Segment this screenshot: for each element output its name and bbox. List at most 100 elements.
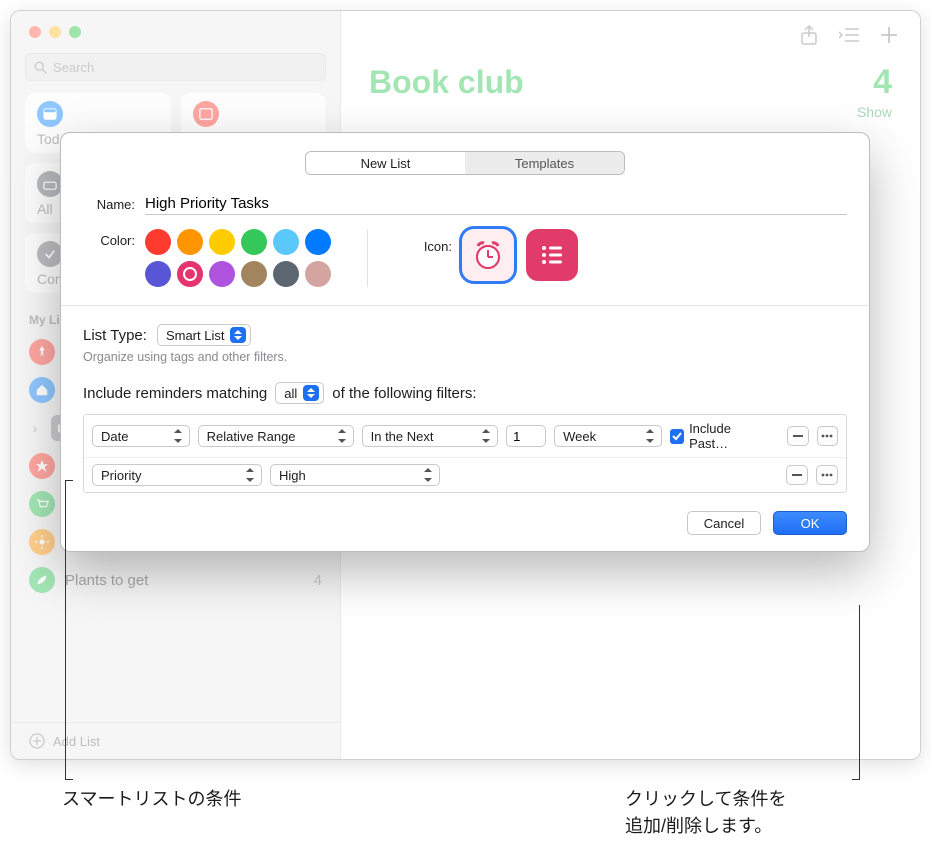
separator: [61, 305, 869, 306]
tab-templates[interactable]: Templates: [465, 152, 624, 174]
chevron-right-icon[interactable]: ›: [29, 421, 41, 436]
tray-icon: [43, 177, 57, 191]
indent-icon: [839, 27, 859, 43]
dialog-tabs: New List Templates: [305, 151, 625, 175]
filter-unit-select[interactable]: Week: [554, 425, 661, 447]
list-type-label: List Type:: [83, 327, 147, 344]
separator: [367, 229, 368, 287]
sun-icon: [35, 535, 49, 549]
name-input[interactable]: [145, 193, 847, 215]
list-count: 4: [314, 572, 322, 589]
color-swatch[interactable]: [209, 229, 235, 255]
chevron-updown-icon: [230, 327, 246, 343]
filter-rel-select[interactable]: In the Next: [362, 425, 499, 447]
color-swatch[interactable]: [273, 261, 299, 287]
annotation-left: スマートリストの条件: [62, 786, 241, 813]
color-swatch[interactable]: [209, 261, 235, 287]
chevron-updown-icon: [173, 429, 183, 443]
pin-icon: [35, 345, 49, 359]
remove-filter-button[interactable]: [786, 465, 808, 485]
indent-button[interactable]: [838, 24, 860, 46]
filter-mode-select[interactable]: Relative Range: [198, 425, 354, 447]
icon-choice-alarm[interactable]: [462, 229, 514, 281]
chevron-updown-icon: [245, 468, 255, 482]
toolbar: [341, 11, 920, 59]
cancel-button[interactable]: Cancel: [687, 511, 761, 535]
color-swatch[interactable]: [177, 229, 203, 255]
ok-button[interactable]: OK: [773, 511, 847, 535]
add-list-button[interactable]: Add List: [11, 722, 340, 759]
close-dot-icon[interactable]: [29, 26, 41, 38]
filter-rules: Date Relative Range In the Next Week Inc…: [83, 414, 847, 493]
color-swatch[interactable]: [305, 261, 331, 287]
color-swatch[interactable]: [177, 261, 203, 287]
show-completed-link[interactable]: Show: [341, 102, 920, 120]
zoom-dot-icon[interactable]: [69, 26, 81, 38]
filter-more-button[interactable]: [816, 465, 838, 485]
filter-more-button[interactable]: [817, 426, 838, 446]
color-swatch[interactable]: [241, 261, 267, 287]
chevron-updown-icon: [337, 429, 347, 443]
remove-filter-button[interactable]: [787, 426, 808, 446]
page-title: Book club: [369, 64, 524, 101]
color-label: Color:: [83, 229, 135, 248]
color-swatch[interactable]: [145, 261, 171, 287]
add-reminder-button[interactable]: [878, 24, 900, 46]
cart-icon: [35, 497, 49, 511]
color-swatch[interactable]: [273, 229, 299, 255]
list-type-hint: Organize using tags and other filters.: [83, 350, 847, 364]
search-icon: [34, 61, 47, 74]
plus-circle-icon: [29, 733, 45, 749]
calendar-icon: [199, 107, 213, 121]
share-button[interactable]: [798, 24, 820, 46]
title-row: Book club 4: [341, 59, 920, 102]
star-icon: [35, 459, 49, 473]
filter-row: Priority High: [84, 457, 846, 492]
chevron-updown-icon: [481, 429, 491, 443]
minimize-dot-icon[interactable]: [49, 26, 61, 38]
checkbox-icon: [670, 429, 685, 444]
leaf-icon: [35, 573, 49, 587]
check-icon: [43, 247, 57, 261]
list-item[interactable]: Plants to get 4: [11, 561, 340, 599]
filter-field-select[interactable]: Priority: [92, 464, 262, 486]
filter-number-input[interactable]: [506, 425, 546, 447]
share-icon: [800, 25, 818, 45]
annotation-right: クリックして条件を 追加/削除します。: [625, 786, 786, 840]
tab-new-list[interactable]: New List: [306, 152, 465, 174]
color-swatch[interactable]: [145, 229, 171, 255]
window-controls: [11, 11, 340, 53]
icon-choice-list[interactable]: [526, 229, 578, 281]
match-mode-value: all: [284, 386, 297, 401]
search-placeholder: Search: [53, 60, 94, 75]
include-past-label: Include Past…: [689, 421, 771, 451]
include-past-checkbox[interactable]: Include Past…: [670, 421, 772, 451]
search-input[interactable]: Search: [25, 53, 326, 81]
icon-label: Icon:: [404, 229, 452, 254]
color-swatches: [145, 229, 331, 287]
minus-icon: [793, 435, 803, 437]
chevron-updown-icon: [303, 385, 319, 401]
add-list-label: Add List: [53, 734, 100, 749]
match-mode-select[interactable]: all: [275, 382, 324, 404]
filter-value-select[interactable]: High: [270, 464, 440, 486]
match-text-post: of the following filters:: [332, 385, 476, 402]
color-swatch[interactable]: [305, 229, 331, 255]
color-swatch[interactable]: [241, 229, 267, 255]
name-label: Name:: [83, 197, 135, 212]
ellipsis-icon: [821, 473, 833, 477]
match-text-pre: Include reminders matching: [83, 385, 267, 402]
list-type-value: Smart List: [166, 328, 225, 343]
list-icon: [539, 242, 565, 268]
new-list-dialog: New List Templates Name: Color:: [60, 132, 870, 552]
alarm-icon: [471, 238, 505, 272]
chevron-updown-icon: [645, 429, 655, 443]
chevron-updown-icon: [423, 468, 433, 482]
home-icon: [35, 383, 49, 397]
list-name: Plants to get: [65, 572, 304, 589]
plus-icon: [880, 26, 898, 44]
ellipsis-icon: [821, 434, 833, 438]
filter-field-select[interactable]: Date: [92, 425, 190, 447]
minus-icon: [792, 474, 802, 476]
list-type-select[interactable]: Smart List: [157, 324, 252, 346]
